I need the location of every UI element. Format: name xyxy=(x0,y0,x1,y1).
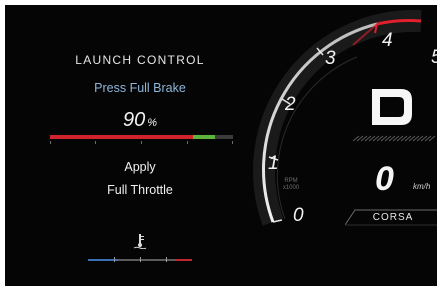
rpm-label-line1: RPM xyxy=(284,178,298,184)
speed-unit: km/h xyxy=(413,182,431,191)
rpm-tick-2: 2 xyxy=(284,94,296,115)
tachometer: 0 1 2 3 4 5 xyxy=(253,9,437,226)
instrument-cluster: LAUNCH CONTROL Press Full Brake 90% Appl… xyxy=(5,5,437,286)
rpm-tick-3: 3 xyxy=(325,48,336,69)
drive-mode-label: CORSA xyxy=(372,212,414,223)
rpm-tick-0: 0 xyxy=(293,205,304,226)
rpm-label-line2: x1000 xyxy=(282,185,300,191)
gear-indicator xyxy=(372,89,412,125)
rpm-unit-label: RPM x1000 xyxy=(276,178,306,192)
rpm-tick-1: 1 xyxy=(268,153,279,174)
rpm-tick-5: 5 xyxy=(431,47,437,68)
rpm-tick-4: 4 xyxy=(382,30,393,51)
speed-value: 0 xyxy=(375,160,394,198)
rpm-ruler xyxy=(352,135,436,142)
